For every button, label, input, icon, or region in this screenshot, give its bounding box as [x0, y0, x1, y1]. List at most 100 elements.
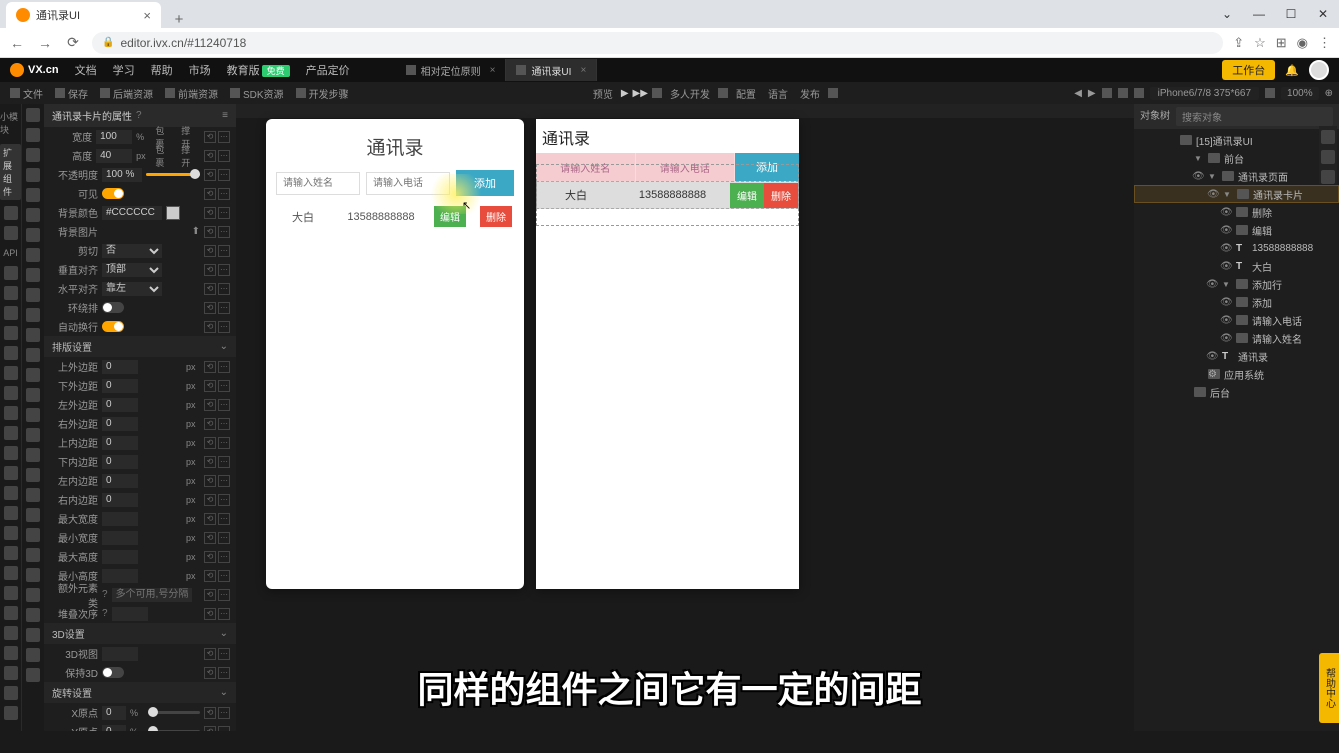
wrap-btn[interactable]: 包裹 — [152, 143, 174, 169]
align-icon[interactable] — [1118, 88, 1128, 98]
minh-input[interactable] — [102, 569, 138, 583]
section-rotate[interactable]: 旋转设置⌄ — [44, 682, 236, 703]
zoom-in-icon[interactable]: ⊕ — [1325, 88, 1333, 99]
tree-title-txt[interactable]: 👁T通讯录 — [1134, 347, 1339, 365]
rr-icon[interactable] — [1321, 130, 1335, 144]
rail-icon[interactable] — [26, 268, 40, 282]
nav-pricing[interactable]: 产品定价 — [306, 62, 350, 78]
rail-icon[interactable] — [4, 386, 18, 400]
rail-icon[interactable] — [4, 546, 18, 560]
nav-learn[interactable]: 学习 — [113, 62, 135, 78]
link-icon[interactable]: ⟲ — [204, 150, 216, 162]
tree-card[interactable]: 👁▼通讯录卡片 — [1134, 185, 1339, 203]
rail-small-module[interactable]: 小模块 — [0, 108, 21, 138]
share-icon[interactable]: ⇪ — [1233, 35, 1244, 51]
orient-icon[interactable] — [1265, 88, 1275, 98]
info-icon[interactable]: ? — [102, 589, 108, 600]
chevron-down-icon[interactable]: ▼ — [1194, 154, 1204, 163]
bgcolor-input[interactable] — [102, 206, 162, 220]
rail-icon[interactable] — [4, 206, 18, 220]
rail-icon[interactable] — [26, 628, 40, 642]
more-icon[interactable]: ⋯ — [218, 150, 230, 162]
tb-file[interactable]: 文件 — [6, 86, 47, 101]
rail-icon[interactable] — [26, 308, 40, 322]
rail-ext[interactable]: 扩展组件 — [0, 144, 21, 200]
rail-icon[interactable] — [26, 248, 40, 262]
tree-backend[interactable]: 后台 — [1134, 383, 1339, 401]
tab-close-icon[interactable]: × — [143, 8, 151, 23]
profile-icon[interactable]: ◉ — [1297, 35, 1308, 51]
play-icon[interactable]: ▶ — [621, 88, 629, 99]
eye-icon[interactable]: 👁 — [1192, 171, 1204, 182]
section-layout[interactable]: 排版设置⌄ — [44, 336, 236, 357]
rail-icon[interactable] — [26, 508, 40, 522]
close-icon[interactable]: × — [490, 65, 496, 76]
link-icon[interactable]: ⟲ — [204, 169, 216, 181]
tree-input-phone[interactable]: 👁请输入电话 — [1134, 311, 1339, 329]
tree-add[interactable]: 👁添加 — [1134, 293, 1339, 311]
rail-icon[interactable] — [26, 548, 40, 562]
more-icon[interactable]: ⋯ — [218, 302, 230, 314]
rail-icon[interactable] — [4, 446, 18, 460]
artboard-preview[interactable]: 通讯录 添加 大白 13588888888 编辑 删除 ↖ — [266, 119, 524, 589]
info-icon[interactable]: ? — [102, 608, 108, 619]
rail-icon[interactable] — [26, 468, 40, 482]
eye-icon[interactable]: 👁 — [1207, 189, 1219, 200]
more-icon[interactable]: ⋯ — [218, 264, 230, 276]
menu-icon[interactable]: ⋮ — [1318, 35, 1331, 51]
rail-icon[interactable] — [26, 448, 40, 462]
rail-icon[interactable] — [4, 666, 18, 680]
rail-icon[interactable] — [26, 348, 40, 362]
rail-icon[interactable] — [4, 686, 18, 700]
mt-input[interactable] — [102, 360, 138, 374]
opacity-input[interactable] — [102, 168, 142, 182]
rail-icon[interactable] — [4, 606, 18, 620]
tb-multi[interactable]: 多人开发 — [666, 86, 714, 101]
new-tab-button[interactable]: + — [167, 11, 191, 28]
tree-page[interactable]: 👁▼通讯录页面 — [1134, 167, 1339, 185]
rail-icon[interactable] — [26, 148, 40, 162]
tree-input-name[interactable]: 👁请输入姓名 — [1134, 329, 1339, 347]
eye-icon[interactable]: 👁 — [1220, 243, 1232, 254]
tb-res2[interactable]: 前端资源 — [161, 86, 222, 101]
delete-button[interactable]: 删除 — [480, 206, 512, 227]
eye-icon[interactable]: 👁 — [1220, 225, 1232, 236]
chevron-down-icon[interactable]: ⌄ — [1211, 0, 1243, 28]
avatar[interactable] — [1309, 60, 1329, 80]
rail-icon[interactable] — [26, 288, 40, 302]
extensions-icon[interactable]: ⊞ — [1276, 35, 1287, 51]
xorigin-input[interactable] — [102, 706, 126, 720]
nav-docs[interactable]: 文档 — [75, 62, 97, 78]
contact-row-2[interactable]: 大白 13588888888 编辑 删除 — [536, 181, 799, 209]
rail-icon[interactable] — [26, 328, 40, 342]
rail-icon[interactable] — [26, 668, 40, 682]
phone-field-2[interactable]: 请输入电话 — [636, 153, 736, 181]
rail-icon[interactable] — [26, 608, 40, 622]
visible-toggle[interactable] — [102, 188, 124, 199]
user-icon[interactable] — [718, 88, 728, 98]
link-icon[interactable]: ⟲ — [204, 302, 216, 314]
view3d-input[interactable] — [102, 647, 138, 661]
yorigin-slider[interactable] — [148, 730, 200, 731]
eye-icon[interactable]: 👁 — [1220, 261, 1232, 272]
menu-icon[interactable]: ≡ — [222, 110, 228, 121]
rail-icon[interactable] — [4, 406, 18, 420]
wrap-toggle[interactable] — [102, 302, 124, 313]
qr-icon[interactable] — [652, 88, 662, 98]
opacity-slider[interactable] — [146, 173, 200, 176]
rail-icon[interactable] — [4, 366, 18, 380]
color-swatch[interactable] — [166, 206, 180, 220]
rail-icon[interactable] — [4, 326, 18, 340]
browser-tab[interactable]: 通讯录UI × — [6, 2, 161, 28]
rail-icon[interactable] — [4, 586, 18, 600]
pl-input[interactable] — [102, 474, 138, 488]
pt-input[interactable] — [102, 436, 138, 450]
star-icon[interactable]: ☆ — [1254, 35, 1266, 51]
delete-button-2[interactable]: 删除 — [764, 183, 798, 208]
expand-btn[interactable]: 撑开 — [178, 143, 200, 169]
auto-toggle[interactable] — [102, 321, 124, 332]
upload-icon[interactable]: ⬆ — [192, 226, 200, 237]
zorder-input[interactable] — [112, 607, 148, 621]
tree-search[interactable]: 搜索对象 — [1176, 107, 1333, 126]
rail-icon[interactable] — [26, 488, 40, 502]
